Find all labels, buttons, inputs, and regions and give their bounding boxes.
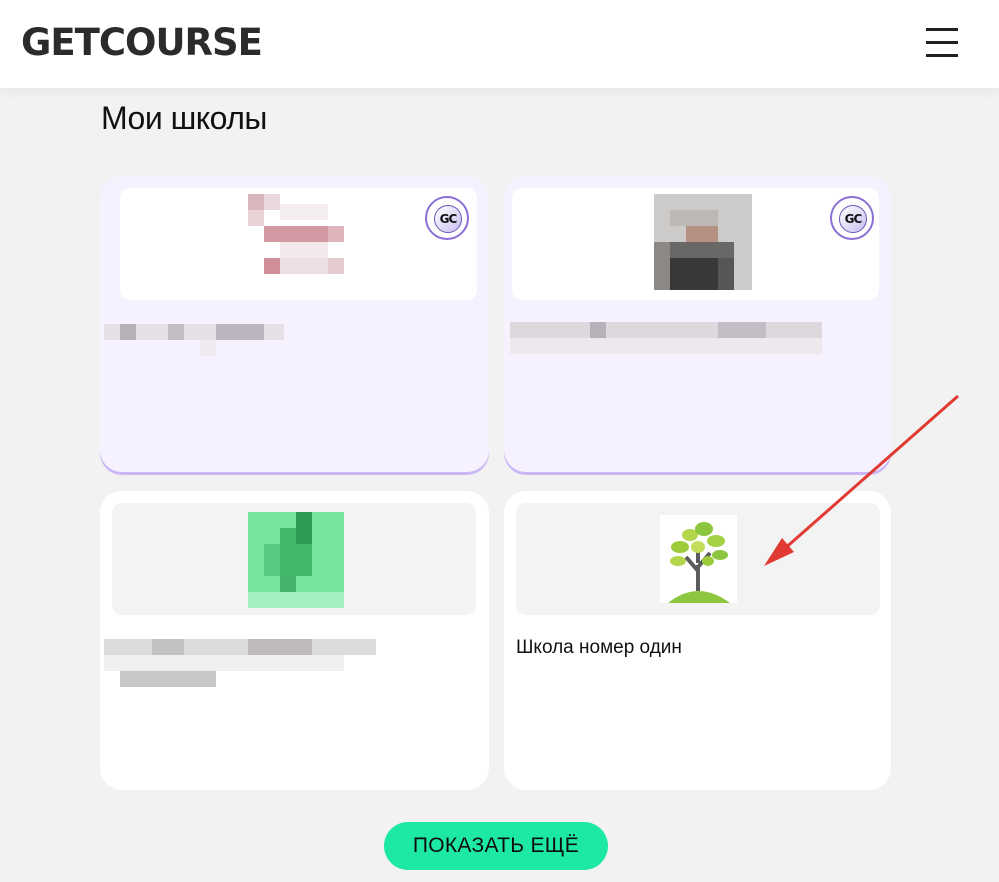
- menu-line: [926, 54, 958, 57]
- school-card[interactable]: [100, 491, 489, 790]
- pixelated-logo: [248, 194, 346, 290]
- badge-gc-text: GC: [839, 205, 867, 233]
- school-name-pixelated: [104, 639, 376, 687]
- school-name-pixelated: [104, 324, 284, 356]
- pixelated-logo: [248, 512, 344, 608]
- school-logo-area: [112, 503, 476, 615]
- school-card[interactable]: GC: [100, 176, 489, 472]
- school-logo-area: GC: [512, 188, 879, 300]
- badge-gc-text: GC: [434, 205, 462, 233]
- verified-badge: GC: [425, 196, 469, 240]
- school-name-pixelated: [510, 322, 822, 354]
- tree-icon: [660, 515, 737, 603]
- menu-line: [926, 28, 958, 31]
- getcourse-logo[interactable]: GETCOURSE: [21, 20, 263, 66]
- pixelated-logo: [654, 194, 752, 290]
- top-header: GETCOURSE: [0, 0, 999, 88]
- hamburger-menu-icon[interactable]: [926, 28, 958, 58]
- annotation-arrow: [764, 394, 959, 566]
- menu-line: [926, 41, 958, 44]
- school-logo-area: GC: [120, 188, 477, 300]
- page-title: Мои школы: [101, 100, 267, 136]
- school-name: Школа номер один: [516, 637, 682, 658]
- verified-badge: GC: [830, 196, 874, 240]
- show-more-button[interactable]: ПОКАЗАТЬ ЕЩЁ: [384, 822, 608, 870]
